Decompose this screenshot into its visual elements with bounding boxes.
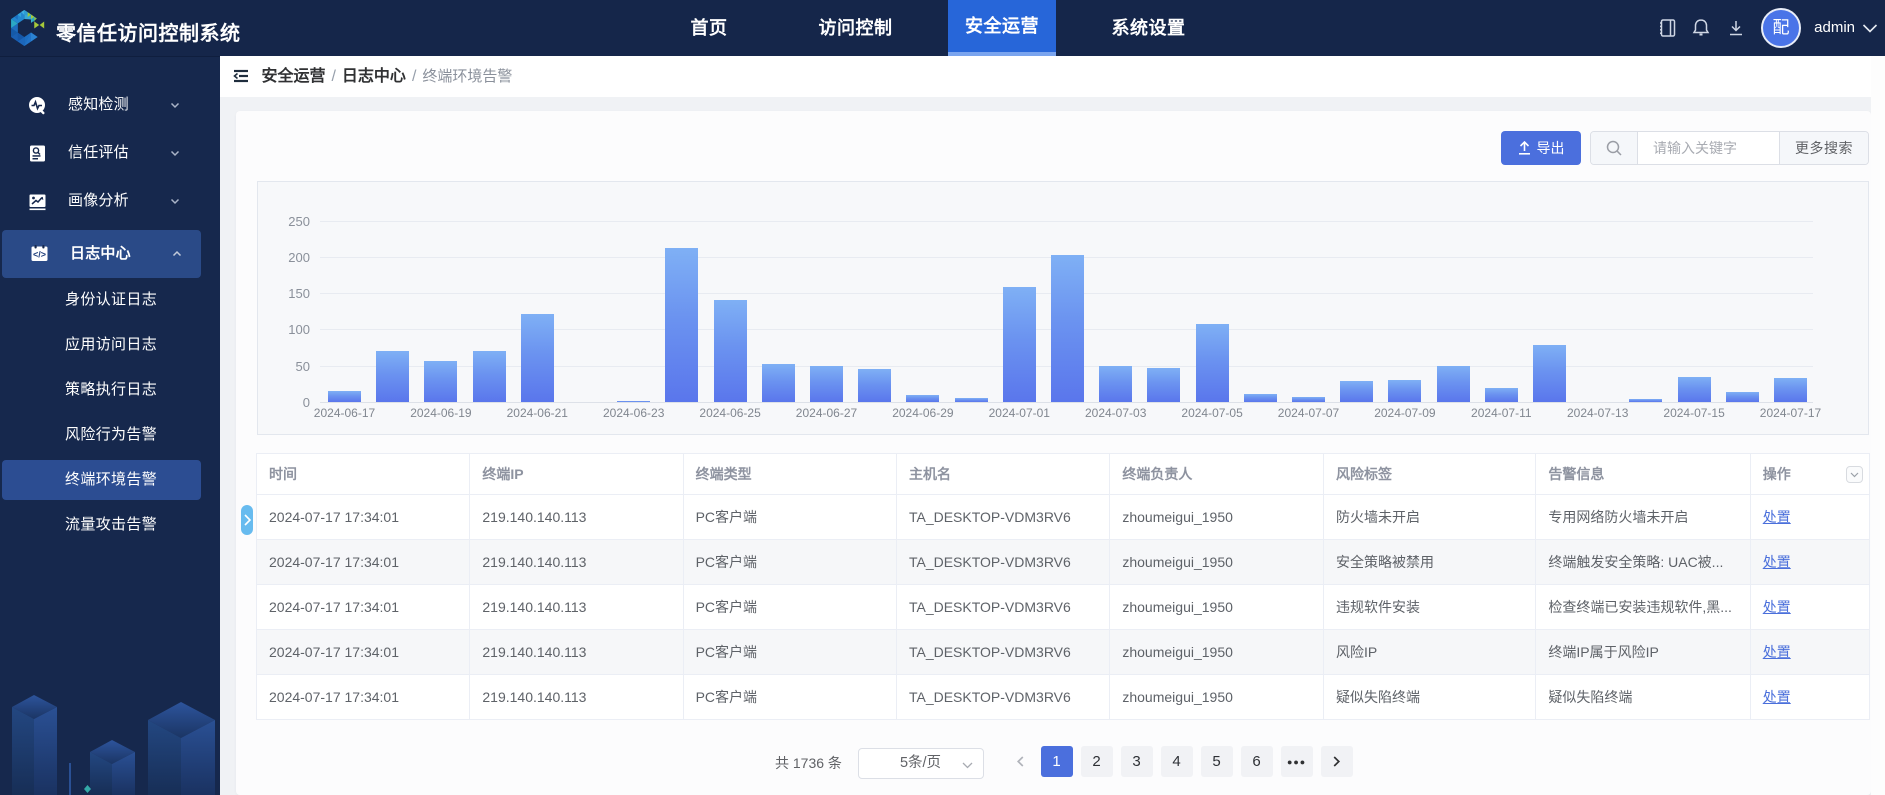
svg-text:</>: </> [33,250,46,260]
